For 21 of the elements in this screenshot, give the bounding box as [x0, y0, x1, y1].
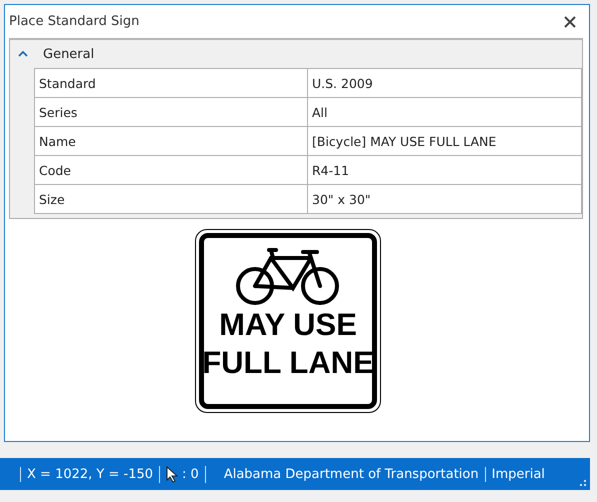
property-value[interactable]: U.S. 2009: [308, 69, 582, 98]
property-label: Name: [34, 127, 308, 156]
coordinates-readout: X = 1022, Y = -150: [20, 466, 160, 482]
chevron-icon[interactable]: [18, 51, 28, 57]
property-value[interactable]: R4-11: [308, 156, 582, 185]
agency-label: Alabama Department of Transportation: [222, 466, 480, 482]
selection-count: : 0: [182, 466, 199, 482]
window-title: Place Standard Sign: [9, 14, 140, 29]
property-label: Code: [34, 156, 308, 185]
sign-text: MAY USE: [219, 306, 357, 344]
property-value[interactable]: 30" x 30": [308, 185, 582, 214]
property-value[interactable]: All: [308, 98, 582, 127]
property-label: Standard: [34, 69, 308, 98]
units-label: Imperial: [484, 466, 551, 482]
close-icon[interactable]: [564, 16, 576, 28]
sign-text: FULL LANE: [202, 344, 374, 382]
property-value[interactable]: [Bicycle] MAY USE FULL LANE: [308, 127, 582, 156]
property-label: Size: [34, 185, 308, 214]
cursor-icon: [166, 466, 178, 482]
property-label: Series: [34, 98, 308, 127]
resize-grip-icon[interactable]: [579, 479, 587, 487]
